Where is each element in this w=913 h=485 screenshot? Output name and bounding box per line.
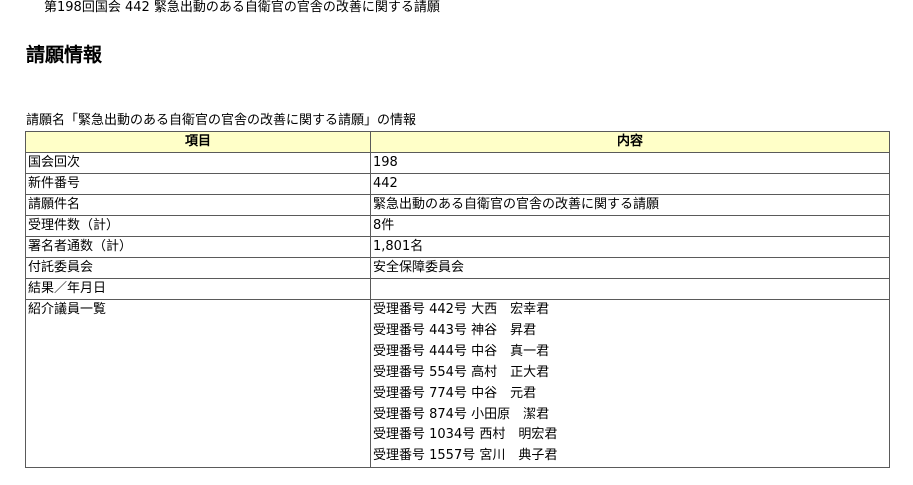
table-header-row: 項目 内容 — [25, 131, 890, 153]
table-caption: 請願名「緊急出動のある自衛官の官舎の改善に関する請願」の情報 — [26, 113, 417, 128]
row-value-session: 198 — [370, 152, 890, 174]
table-row-introducing-members: 紹介議員一覧 受理番号 442号 大西 宏幸君 受理番号 443号 神谷 昇君 … — [25, 298, 890, 469]
row-label-received-count: 受理件数（計） — [25, 215, 371, 237]
row-value-result-date — [370, 278, 890, 300]
member-entry: 受理番号 1034号 西村 明宏君 — [373, 427, 558, 443]
table-row-received-count: 受理件数（計） 8件 — [25, 215, 890, 237]
row-value-signatures: 1,801名 — [370, 236, 890, 258]
row-label-petition-title: 請願件名 — [25, 194, 371, 216]
header-content: 内容 — [370, 131, 890, 153]
page-heading: 請願情報 — [26, 44, 103, 66]
row-label-new-number: 新件番号 — [25, 173, 371, 195]
table-row-result-date: 結果／年月日 — [25, 278, 890, 300]
table-row-new-number: 新件番号 442 — [25, 173, 890, 195]
member-entry: 受理番号 554号 高村 正大君 — [373, 364, 550, 380]
member-entry: 受理番号 443号 神谷 昇君 — [373, 322, 537, 338]
member-list: 受理番号 442号 大西 宏幸君 受理番号 443号 神谷 昇君 受理番号 44… — [373, 301, 887, 467]
row-value-petition-title: 緊急出動のある自衛官の官舎の改善に関する請願 — [370, 194, 890, 216]
row-label-committee: 付託委員会 — [25, 257, 371, 279]
row-label-session: 国会回次 — [25, 152, 371, 174]
table-row-committee: 付託委員会 安全保障委員会 — [25, 257, 890, 279]
row-label-result-date: 結果／年月日 — [25, 278, 371, 300]
member-entry: 受理番号 444号 中谷 真一君 — [373, 343, 550, 359]
page-top-title: 第198回国会 442 緊急出動のある自衛官の官舎の改善に関する請願 — [44, 0, 440, 15]
member-entry: 受理番号 774号 中谷 元君 — [373, 385, 537, 401]
petition-info-table: 項目 内容 国会回次 198 新件番号 442 請願件名 緊急出動のある自衛官の… — [25, 131, 890, 469]
member-entry: 受理番号 442号 大西 宏幸君 — [373, 302, 550, 317]
row-value-introducing-members: 受理番号 442号 大西 宏幸君 受理番号 443号 神谷 昇君 受理番号 44… — [370, 298, 890, 469]
member-entry: 受理番号 1557号 宮川 典子君 — [373, 448, 558, 464]
row-value-committee: 安全保障委員会 — [370, 257, 890, 279]
table-row-signatures: 署名者通数（計） 1,801名 — [25, 236, 890, 258]
row-label-signatures: 署名者通数（計） — [25, 236, 371, 258]
row-value-new-number: 442 — [370, 173, 890, 195]
table-row-session: 国会回次 198 — [25, 152, 890, 174]
table-row-petition-title: 請願件名 緊急出動のある自衛官の官舎の改善に関する請願 — [25, 194, 890, 216]
member-entry: 受理番号 874号 小田原 潔君 — [373, 406, 550, 422]
header-item: 項目 — [25, 131, 371, 153]
row-value-received-count: 8件 — [370, 215, 890, 237]
row-label-introducing-members: 紹介議員一覧 — [25, 298, 371, 469]
